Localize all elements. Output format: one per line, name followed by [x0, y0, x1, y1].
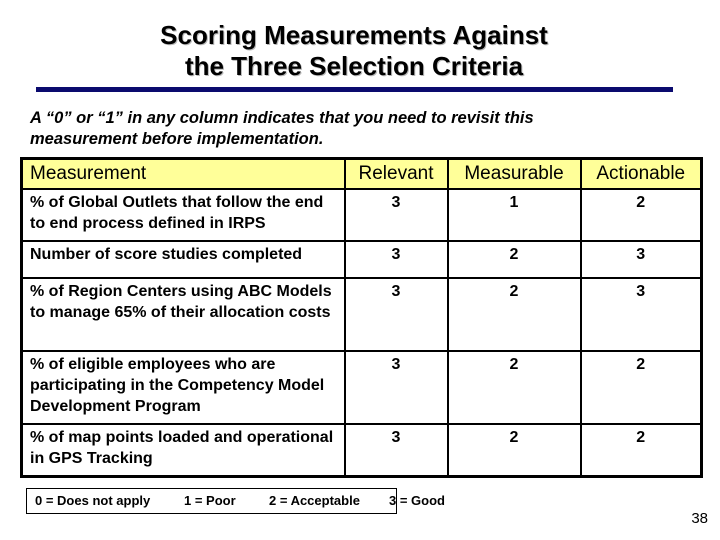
slide-title-line-2: the Three Selection Criteria	[184, 51, 524, 81]
measurement-cell: % of map points loaded and operational i…	[20, 423, 346, 478]
legend-item-2: 2 = Acceptable	[269, 493, 360, 508]
legend-item-0: 0 = Does not apply	[35, 493, 151, 508]
actionable-score: 3	[579, 277, 703, 352]
table-row: Number of score studies completed 3 2 3	[20, 240, 703, 279]
header-relevant: Relevant	[343, 157, 449, 190]
relevant-score: 3	[343, 423, 449, 478]
relevant-score: 3	[343, 277, 449, 352]
slide-title-line-1: Scoring Measurements Against	[160, 20, 548, 50]
actionable-score: 2	[579, 423, 703, 478]
header-actionable: Actionable	[579, 157, 703, 190]
header-measurement: Measurement	[20, 157, 346, 190]
relevant-score: 3	[343, 188, 449, 242]
actionable-score: 3	[579, 240, 703, 279]
actionable-score: 2	[579, 188, 703, 242]
table-row: % of map points loaded and operational i…	[20, 423, 703, 478]
table-row: % of Region Centers using ABC Models to …	[20, 277, 703, 352]
score-legend: 0 = Does not apply 1 = Poor 2 = Acceptab…	[26, 488, 445, 514]
table-header-row: Measurement Relevant Measurable Actionab…	[20, 157, 703, 190]
slide-title: Scoring Measurements Against the Three S…	[0, 20, 708, 82]
measurable-score: 2	[446, 240, 582, 279]
legend-item-3: 3 = Good	[389, 493, 445, 508]
measurement-cell: % of Global Outlets that follow the end …	[20, 188, 346, 242]
table-row: % of Global Outlets that follow the end …	[20, 188, 703, 242]
table-row: % of eligible employees who are particip…	[20, 350, 703, 425]
measurement-cell: % of eligible employees who are particip…	[20, 350, 346, 425]
measurable-score: 1	[446, 188, 582, 242]
relevant-score: 3	[343, 240, 449, 279]
relevant-score: 3	[343, 350, 449, 425]
measurable-score: 2	[446, 350, 582, 425]
page-number: 38	[691, 510, 708, 527]
scoring-table: Measurement Relevant Measurable Actionab…	[20, 157, 703, 478]
measurement-cell: Number of score studies completed	[20, 240, 346, 279]
instruction-note: A “0” or “1” in any column indicates tha…	[30, 109, 534, 148]
header-measurable: Measurable	[446, 157, 582, 190]
measurement-cell: % of Region Centers using ABC Models to …	[20, 277, 346, 352]
legend-item-1: 1 = Poor	[184, 493, 236, 508]
measurable-score: 2	[446, 277, 582, 352]
actionable-score: 2	[579, 350, 703, 425]
title-underline-bar	[36, 87, 673, 92]
measurable-score: 2	[446, 423, 582, 478]
